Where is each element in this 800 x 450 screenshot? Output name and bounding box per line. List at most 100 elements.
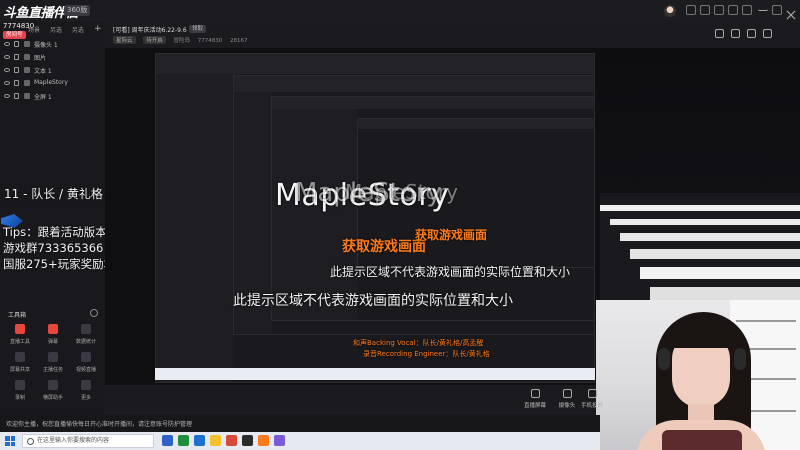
minimize-button[interactable] [758,5,768,11]
lock-icon[interactable] [731,29,740,38]
scene-tab-2[interactable]: 另选 [72,27,84,34]
bottom-toolbar: 直播屏幕 摄像头 手机投屏 [105,385,603,415]
menu-icon[interactable] [742,5,752,15]
tool-item[interactable]: 横屏助手 [37,378,69,402]
capture-prompt: 获取游戏画面 [342,239,426,255]
game-name: 冒险岛 [173,38,191,44]
category-chip[interactable]: 星际云 [113,36,136,44]
tool-item[interactable]: 直播工具 [4,322,36,346]
app-icon-purple[interactable] [274,435,285,446]
tool-item[interactable]: 屏幕共享 [4,350,36,374]
tool-icon [48,352,58,362]
tool-icon [81,380,91,390]
close-button[interactable] [786,5,796,20]
tool-icon [81,324,91,334]
tool-item[interactable]: 弹幕 [37,322,69,346]
status-bar: 欢迎你主播，祝您直播愉快每日开心准时开播间，请注意账号防护管理 [0,415,600,432]
toolbox-header: 工具箱 [8,312,27,319]
tool-item[interactable]: 视频直播 [70,350,102,374]
tool-label: 屏幕共享 [9,367,30,373]
tool-label: 视频直播 [75,367,96,373]
tool-icon [48,380,58,390]
camera-icon [562,389,572,398]
user-avatar[interactable] [664,5,676,17]
windows-start-icon[interactable] [5,436,15,446]
tool-label: 直播工具 [9,339,30,345]
app-icon-red[interactable] [226,435,237,446]
webcam-feed [596,300,800,450]
stream-preview[interactable]: MapleStory MapleStory MapleStory 获取游戏画面 … [105,48,600,385]
screen-share-button[interactable]: 直播屏幕 [520,389,550,409]
room-info-bar: [可看] 周年庆活动6.22-9.6 领取 星际云 待开启 冒险岛 777483… [105,22,800,48]
room-number: 7774830 [197,38,223,44]
streamer-bangs [670,320,732,348]
browser-icon[interactable] [194,435,205,446]
hint-text-large: 此提示区域不代表游戏画面的实际位置和大小 [233,293,513,309]
viewer-count: 28167 [230,38,248,44]
game-title-echo: MapleStory [345,180,458,204]
skin-icon[interactable] [714,5,724,15]
app-icon-dark[interactable] [242,435,253,446]
source-label: 摄像头 1 [34,42,58,49]
tool-item[interactable]: 数据统计 [70,322,102,346]
source-label: 图片 [34,55,47,62]
text-icon [24,67,30,73]
source-list: 摄像头 1 图片 文本 1 MapleStory 全屏 1 [0,38,105,103]
screen-icon [24,93,30,99]
credit-line-1: 和声Backing Vocal：队长/黄礼格/高孟醒 [353,339,484,347]
version-badge: 360版 [64,5,91,16]
obs-like-live-studio: 斗鱼直播伴侣 360版 7774830 房间号 场景 另选 另选 + 摄像头 1 [0,0,800,450]
headset-left [658,348,670,370]
phone-cast-button[interactable]: 手机投屏 [577,389,607,409]
tool-icon [15,380,25,390]
source-item[interactable]: 摄像头 1 [0,38,105,51]
source-item[interactable]: 图片 [0,51,105,64]
hint-text-mirror: 此提示区域不代表游戏画面的实际位置和大小 [330,265,571,279]
display-icon[interactable] [747,29,756,38]
scene-tab-0[interactable]: 场景 [28,27,40,34]
settings-icon[interactable] [700,5,710,15]
message-icon[interactable] [728,5,738,15]
eye-icon[interactable] [4,81,10,85]
folder-icon[interactable] [210,435,221,446]
lock-icon[interactable] [14,93,19,99]
room-title[interactable]: [可看] 周年庆活动6.22-9.6 [113,25,187,34]
lock-icon[interactable] [14,67,19,73]
source-item[interactable]: 全屏 1 [0,90,105,103]
tool-item[interactable]: 录制 [4,378,36,402]
camera-icon [24,41,30,47]
room-tag[interactable]: 领取 [189,25,207,33]
tool-item[interactable]: 主播任务 [37,350,69,374]
scene-tab-1[interactable]: 另选 [50,27,62,34]
lock-icon[interactable] [14,54,19,60]
eye-icon[interactable] [4,42,10,46]
douyu-icon[interactable] [258,435,269,446]
lock-icon[interactable] [14,80,19,86]
status-chip[interactable]: 待开启 [143,36,166,44]
game-icon [24,80,30,86]
source-item[interactable]: 文本 1 [0,64,105,77]
taskbar-search[interactable]: 在这里输入你要搜索的内容 [22,434,154,448]
lock-icon[interactable] [14,41,19,47]
source-item[interactable]: MapleStory [0,77,105,90]
tool-label: 横屏助手 [42,395,63,401]
help-icon[interactable] [90,309,98,317]
maximize-button[interactable] [772,5,782,15]
github-icon[interactable] [686,5,696,15]
app-icon-green[interactable] [178,435,189,446]
layout-icon[interactable] [715,29,724,38]
team-label: 11 - 队长 / 黄礼格 [4,187,103,201]
source-label: MapleStory [34,79,68,86]
tool-item[interactable]: 更多 [70,378,102,402]
eye-icon[interactable] [4,94,10,98]
add-source-button[interactable]: + [94,24,102,34]
tool-label: 主播任务 [42,367,63,373]
streamer-top [662,430,742,450]
credit-line-2: 录音Recording Engineer：队长/黄礼格 [363,350,490,358]
task-view-icon[interactable] [162,435,173,446]
eye-icon[interactable] [4,68,10,72]
source-label: 全屏 1 [34,94,52,101]
eye-icon[interactable] [4,55,10,59]
room-meta: 星际云 待开启 冒险岛 7774830 28167 [113,36,254,44]
fullscreen-icon[interactable] [763,29,772,38]
